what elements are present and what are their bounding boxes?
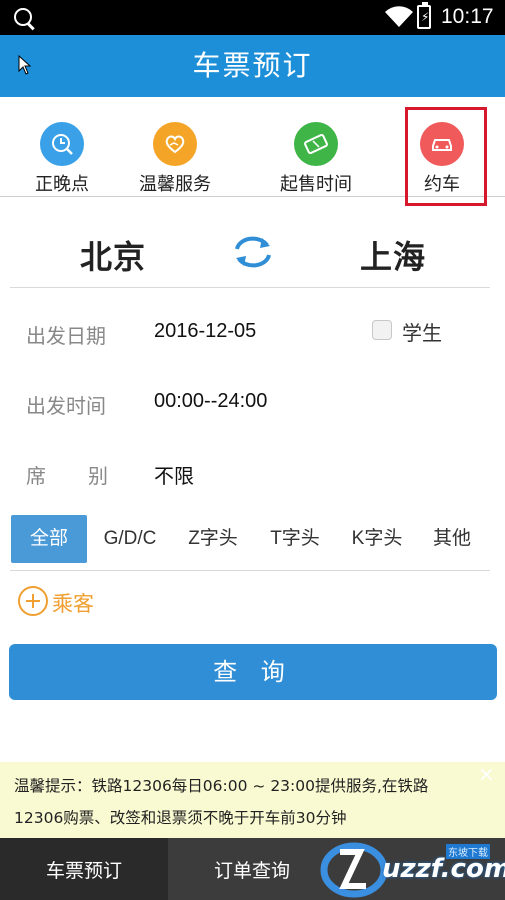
tab-label: 正晚点 — [35, 174, 89, 195]
train-type-all[interactable]: 全部 — [11, 515, 87, 563]
train-type-other[interactable]: 其他 — [422, 515, 482, 563]
departure-city[interactable]: 北京 — [80, 232, 146, 278]
train-type-t[interactable]: T字头 — [258, 515, 332, 563]
tab-warm-service[interactable]: 温馨服务 — [115, 97, 235, 197]
train-type-filter: 全部 G/D/C Z字头 T字头 K字头 其他 — [10, 513, 490, 571]
wifi-icon — [385, 6, 413, 28]
tab-label: 起售时间 — [280, 174, 352, 195]
train-type-z[interactable]: Z字头 — [176, 515, 250, 563]
notice-text: 温馨提示：铁路12306每日06:00 ~ 23:00提供服务,在铁路 1230… — [14, 770, 484, 834]
departure-time-row[interactable]: 出发时间 00:00--24:00 — [26, 382, 486, 422]
battery-icon: ⚡ — [417, 2, 431, 29]
ticket-icon — [294, 122, 338, 166]
nav-order-query[interactable]: 订单查询 — [168, 838, 336, 900]
seat-label-char: 席 — [26, 464, 46, 488]
nav-ticket-booking[interactable]: 车票预订 — [0, 838, 168, 900]
title-bar: 车票预订 — [0, 35, 505, 97]
tab-sale-time[interactable]: 起售时间 — [256, 97, 376, 197]
heart-hand-icon — [153, 122, 197, 166]
seat-value: 不限 — [154, 466, 194, 488]
train-type-gdc[interactable]: G/D/C — [94, 515, 166, 563]
plus-icon — [18, 586, 48, 616]
notice-banner: 温馨提示：铁路12306每日06:00 ~ 23:00提供服务,在铁路 1230… — [0, 762, 505, 838]
page-title: 车票预订 — [192, 49, 313, 82]
time-value: 00:00--24:00 — [154, 390, 268, 412]
search-button[interactable]: 查 询 — [9, 644, 497, 700]
notice-line: 温馨提示：铁路12306每日06:00 ~ 23:00提供服务,在铁路 — [14, 777, 429, 795]
student-checkbox[interactable] — [372, 320, 392, 340]
tab-delay-status[interactable]: 正晚点 — [2, 97, 122, 197]
student-label: 学生 — [402, 321, 442, 345]
search-icon — [14, 8, 32, 26]
quick-tabs: 正晚点 温馨服务 起售时间 约车 — [0, 97, 505, 206]
route-selector: 北京 上海 — [10, 212, 490, 288]
status-bar: ⚡ 10:17 — [0, 0, 505, 35]
clock-time: 10:17 — [441, 5, 494, 28]
seat-label-char: 别 — [88, 464, 108, 488]
notice-line: 12306购票、改签和退票须不晚于开车前30分钟 — [14, 809, 347, 827]
seat-class-row[interactable]: 席别 不限 — [26, 452, 486, 492]
watermark-emblem — [320, 842, 388, 898]
close-icon[interactable]: × — [478, 762, 495, 786]
train-type-k[interactable]: K字头 — [340, 515, 414, 563]
time-label: 出发时间 — [26, 394, 106, 418]
seat-label: 席别 — [26, 460, 150, 489]
arrival-city[interactable]: 上海 — [360, 232, 426, 278]
swap-icon[interactable] — [232, 234, 274, 270]
highlight-frame — [405, 107, 487, 206]
tab-label: 温馨服务 — [139, 174, 211, 195]
date-value: 2016-12-05 — [154, 320, 257, 342]
watermark-logo: 东坡下载 uzzf.com — [320, 836, 505, 900]
clock-search-icon — [40, 122, 84, 166]
date-label: 出发日期 — [26, 324, 106, 348]
passenger-label: 乘客 — [52, 592, 94, 616]
watermark-text: uzzf.com — [382, 854, 505, 884]
